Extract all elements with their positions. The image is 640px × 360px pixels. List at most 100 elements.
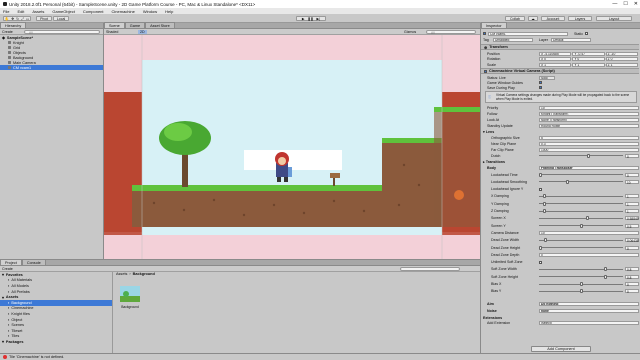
noise-dropdown[interactable]: none	[539, 308, 639, 313]
layer-dropdown[interactable]: Default	[551, 37, 591, 42]
scale-z-field[interactable]: Z 1	[605, 62, 638, 67]
breadcrumb-background[interactable]: Background	[133, 272, 155, 276]
near-clip-field[interactable]: 0.3	[539, 141, 639, 146]
tab-game[interactable]: Game	[124, 22, 146, 28]
tag-dropdown[interactable]: Untagged	[493, 37, 533, 42]
minimize-button[interactable]: —	[612, 1, 617, 7]
body-field-value[interactable]: 1	[625, 201, 639, 207]
step-icon[interactable]: ▶|	[316, 17, 320, 21]
body-field-value[interactable]: 0.06438	[625, 238, 639, 243]
slider-knob[interactable]	[543, 209, 547, 213]
position-y-field[interactable]: Y -0.47	[572, 51, 605, 56]
body-field-value[interactable]: 0	[625, 245, 639, 251]
body-field-slider[interactable]: 1	[539, 209, 639, 214]
slider-knob[interactable]	[543, 194, 547, 199]
body-field-slider[interactable]: 0	[539, 172, 639, 178]
2d-toggle[interactable]: 2D	[138, 29, 147, 34]
slider-knob[interactable]	[543, 238, 547, 243]
priority-field[interactable]: 10	[539, 105, 639, 110]
body-field-slider[interactable]: 0.8	[539, 274, 639, 280]
hierarchy-search-input[interactable]: All	[24, 30, 100, 35]
slider-knob[interactable]	[543, 201, 547, 206]
lookat-field[interactable]: None (Transform)	[539, 117, 639, 122]
vcam-enabled-checkbox[interactable]	[484, 69, 487, 73]
tab-project[interactable]: Project	[0, 259, 22, 265]
body-field-value[interactable]: 0	[625, 282, 639, 287]
scale-x-field[interactable]: X 1	[539, 62, 572, 67]
body-field-value[interactable]: 0.58849	[625, 216, 639, 221]
body-field-value[interactable]: 0.8	[625, 267, 639, 272]
body-field-slider[interactable]: 0.58849	[539, 216, 639, 221]
body-field-value[interactable]: 0.8	[625, 274, 639, 280]
close-button[interactable]: ✕	[634, 1, 638, 7]
slider-knob[interactable]	[579, 223, 583, 228]
lens-foldout[interactable]: ▾ Lens	[483, 129, 639, 134]
breadcrumb-assets[interactable]: Assets	[116, 272, 127, 276]
solo-button[interactable]: Solo	[539, 75, 555, 80]
project-create-dropdown[interactable]: Create	[2, 267, 13, 271]
project-search-input[interactable]	[400, 267, 460, 271]
standby-dropdown[interactable]: Round Robin	[539, 123, 639, 128]
aim-dropdown[interactable]: Do nothing	[539, 301, 639, 306]
body-field-checkbox[interactable]	[539, 187, 542, 191]
scale-tool-icon[interactable]: ⤢	[21, 17, 24, 21]
slider-knob[interactable]	[579, 289, 583, 294]
scene-viewport[interactable]	[104, 35, 480, 259]
body-field-slider[interactable]: 0.5	[539, 223, 639, 229]
menu-edit[interactable]: Edit	[17, 9, 24, 14]
menu-file[interactable]: File	[3, 9, 9, 14]
menu-cinemachine[interactable]: Cinemachine	[112, 9, 135, 14]
scene-search-input[interactable]: All	[426, 30, 476, 35]
pause-icon[interactable]: ❚❚	[308, 17, 314, 21]
menu-help[interactable]: Help	[165, 9, 173, 14]
slider-knob[interactable]	[603, 267, 607, 272]
follow-field[interactable]: Knight (Transform)	[539, 111, 639, 116]
tab-inspector[interactable]: Inspector	[481, 22, 507, 28]
dutch-slider[interactable]: 0	[539, 153, 639, 159]
body-field-value[interactable]: 1	[625, 209, 639, 214]
save-play-checkbox[interactable]	[539, 86, 542, 89]
tab-asset-store[interactable]: Asset Store	[145, 22, 175, 28]
asset-tile[interactable]: Background	[118, 284, 142, 314]
body-field-slider[interactable]: 0	[539, 282, 639, 287]
body-field-slider[interactable]: 10	[539, 179, 639, 185]
local-toggle[interactable]: Local	[53, 16, 69, 21]
create-dropdown[interactable]: Create	[2, 30, 13, 34]
slider-knob[interactable]	[579, 282, 583, 286]
collab-button[interactable]: Collab	[505, 16, 525, 21]
active-checkbox[interactable]	[483, 32, 486, 35]
pivot-toggle[interactable]: Pivot	[36, 16, 52, 21]
play-icon[interactable]: ▶	[302, 17, 305, 21]
scale-y-field[interactable]: Y 1	[572, 62, 605, 67]
body-field-value[interactable]: 0.5	[625, 223, 639, 229]
body-field-checkbox[interactable]	[539, 260, 542, 264]
ortho-size-field[interactable]: 5	[539, 135, 639, 140]
slider-knob[interactable]	[539, 172, 542, 177]
position-z-field[interactable]: Z -10	[605, 51, 638, 56]
slider-knob[interactable]	[565, 179, 569, 184]
vcam-header[interactable]: Cinemachine Virtual Camera (Script)	[481, 68, 639, 74]
tab-console[interactable]: Console	[21, 259, 46, 265]
guides-checkbox[interactable]	[539, 81, 542, 84]
rotation-x-field[interactable]: X 0	[539, 57, 572, 61]
body-field-slider[interactable]: 0	[539, 289, 639, 294]
slider-knob[interactable]	[603, 274, 607, 279]
body-field-value[interactable]: 1	[625, 194, 639, 199]
status-message[interactable]: Tile 'Cinemachine' is not defined.	[9, 355, 64, 359]
body-field-value[interactable]: 0	[625, 172, 639, 178]
slider-knob[interactable]	[539, 245, 542, 250]
object-name-field[interactable]: CM vcam1	[488, 31, 568, 36]
body-field-slider[interactable]: 0.06438	[539, 238, 639, 243]
shading-dropdown[interactable]: Shaded	[106, 30, 118, 34]
rotation-y-field[interactable]: Y 0	[572, 57, 605, 61]
menu-gameobject[interactable]: GameObject	[52, 9, 74, 14]
menu-assets[interactable]: Assets	[32, 9, 44, 14]
body-field-slider[interactable]: 0	[539, 245, 639, 251]
transform-tools[interactable]: ✋ ✥ ↻ ⤢ ▭	[3, 16, 31, 21]
static-checkbox[interactable]	[585, 32, 588, 35]
position-x-field[interactable]: X -4.110685	[539, 51, 572, 56]
body-field-value[interactable]: 10	[539, 230, 639, 235]
rotate-tool-icon[interactable]: ↻	[16, 17, 19, 21]
hand-tool-icon[interactable]: ✋	[5, 17, 9, 21]
body-field-slider[interactable]: 0.8	[539, 267, 639, 272]
